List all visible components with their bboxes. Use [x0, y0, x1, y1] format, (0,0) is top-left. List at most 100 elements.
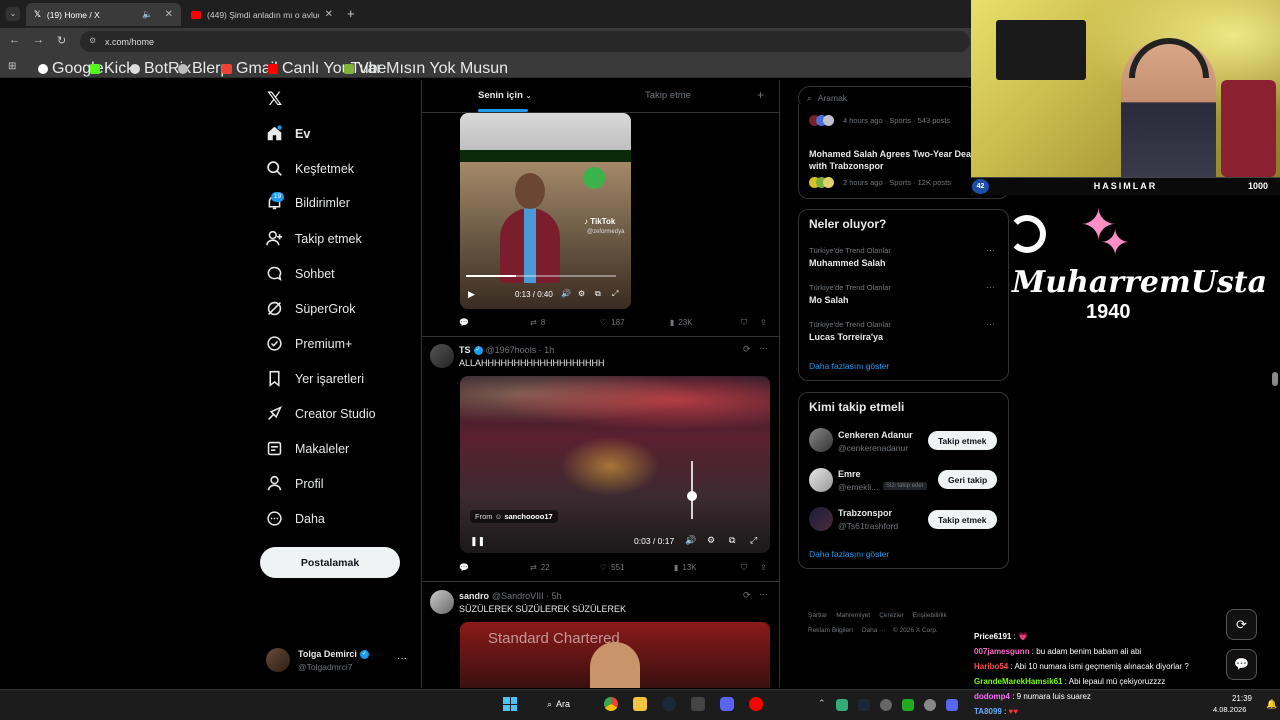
- fullscreen-icon[interactable]: ⤢: [750, 535, 757, 546]
- clock-date[interactable]: 4.08.2026: [1213, 705, 1246, 714]
- windows-start-icon[interactable]: [503, 697, 517, 711]
- video-player[interactable]: ♪ TikTok @zeformedya ▶ 0:13 / 0:40 🔊 ⚙ ⧉…: [460, 113, 631, 309]
- clock-time[interactable]: 21:39: [1218, 694, 1252, 703]
- from-attribution[interactable]: From ☺ sanchoooo17: [470, 510, 558, 523]
- messages-float-button[interactable]: 💬: [1226, 649, 1257, 680]
- trend-name[interactable]: Muhammed Salah: [809, 258, 886, 268]
- progress-track[interactable]: [466, 275, 616, 277]
- share-button[interactable]: ⇪: [760, 318, 767, 327]
- discord-tray-icon[interactable]: [946, 699, 958, 711]
- app-icon[interactable]: [691, 697, 705, 711]
- tab-youtube[interactable]: (449) Şimdi anladın mı o avlud... ✕: [183, 3, 341, 26]
- chevron-up-icon[interactable]: ⌃: [818, 698, 826, 709]
- avatar[interactable]: [809, 468, 833, 492]
- more-dots-icon[interactable]: ···: [759, 589, 768, 599]
- tab-x-home[interactable]: 𝕏 (19) Home / X 🔈 ✕: [26, 3, 181, 26]
- more-dots-icon[interactable]: ···: [986, 245, 995, 255]
- tab-following[interactable]: Takip etme: [645, 90, 691, 101]
- video-player[interactable]: From ☺ sanchoooo17 ❚❚ 0:03 / 0:17 🔊 ⚙ ⧉ …: [460, 376, 770, 553]
- volume-icon[interactable]: 🔊: [561, 289, 571, 298]
- trend-name[interactable]: Lucas Torreira'ya: [809, 332, 883, 342]
- bookmark-kick[interactable]: Kick: [90, 60, 134, 78]
- repost-button[interactable]: ⇄ 8: [530, 318, 545, 327]
- chrome-icon[interactable]: [604, 697, 618, 711]
- nvidia-icon[interactable]: [902, 699, 914, 711]
- nav-more[interactable]: Daha: [266, 510, 325, 527]
- address-bar[interactable]: ⚙ x.com/home: [80, 31, 970, 52]
- tray-app-icon[interactable]: [880, 699, 892, 711]
- footer-link[interactable]: Daha ···: [862, 627, 886, 634]
- notification-bell-icon[interactable]: 🔔: [1266, 699, 1277, 710]
- pause-icon[interactable]: ❚❚: [470, 536, 485, 547]
- reply-button[interactable]: 💬: [459, 563, 473, 572]
- nav-grok[interactable]: SüperGrok: [266, 300, 355, 317]
- author-name[interactable]: TS: [459, 345, 471, 355]
- close-icon[interactable]: ✕: [325, 9, 333, 20]
- play-icon[interactable]: ▶: [468, 289, 475, 300]
- close-icon[interactable]: ✕: [165, 9, 173, 20]
- settings-icon[interactable]: ⚙: [578, 289, 585, 298]
- site-info-icon[interactable]: ⚙: [89, 36, 96, 45]
- follow-name[interactable]: Trabzonspor: [838, 508, 892, 518]
- follow-name[interactable]: Emre: [838, 469, 861, 479]
- new-tab-button[interactable]: +: [347, 6, 355, 21]
- nav-articles[interactable]: Makaleler: [266, 440, 349, 457]
- steam-icon[interactable]: [662, 697, 676, 711]
- x-logo-icon[interactable]: 𝕏: [267, 88, 282, 111]
- grok-float-button[interactable]: ⟳: [1226, 609, 1257, 640]
- share-button[interactable]: ⇪: [760, 563, 767, 572]
- volume-slider-thumb[interactable]: [687, 491, 697, 501]
- avatar[interactable]: [809, 507, 833, 531]
- more-dots-icon[interactable]: ···: [986, 282, 995, 292]
- nav-home[interactable]: Ev: [266, 125, 310, 142]
- scrollbar-thumb[interactable]: [1272, 372, 1278, 386]
- tab-for-you[interactable]: Senin için ⌄: [478, 90, 531, 101]
- grok-icon[interactable]: ⟳: [743, 590, 751, 601]
- nav-profile[interactable]: Profil: [266, 475, 323, 492]
- show-more-link[interactable]: Daha fazlasını göster: [809, 361, 889, 371]
- footer-link[interactable]: Reklam Bilgileri: [808, 627, 853, 634]
- footer-link[interactable]: Mahremiyet: [836, 612, 870, 619]
- follow-button[interactable]: Takip etmek: [928, 431, 997, 450]
- reload-icon[interactable]: ↻: [57, 34, 66, 47]
- post-image[interactable]: Standard Chartered: [460, 622, 770, 688]
- views-button[interactable]: ▮ 23K: [670, 318, 693, 327]
- post-button[interactable]: Postalamak: [260, 547, 400, 578]
- follow-name[interactable]: Cenkeren Adanur: [838, 430, 913, 440]
- trend-name[interactable]: Mo Salah: [809, 295, 849, 305]
- like-button[interactable]: ♡ 551: [600, 563, 625, 572]
- nav-premium[interactable]: Premium+: [266, 335, 352, 352]
- nav-creator-studio[interactable]: Creator Studio: [266, 405, 376, 422]
- pip-icon[interactable]: ⧉: [729, 535, 735, 546]
- apps-grid-icon[interactable]: ⊞: [8, 61, 16, 72]
- bookmark-button[interactable]: ⛉: [741, 563, 747, 573]
- follow-back-button[interactable]: Geri takip: [938, 470, 998, 489]
- repost-button[interactable]: ⇄ 22: [530, 563, 550, 572]
- file-explorer-icon[interactable]: [633, 697, 647, 711]
- volume-slider[interactable]: [691, 461, 693, 519]
- tab-search-icon[interactable]: ⌄: [6, 7, 20, 21]
- pip-icon[interactable]: ⧉: [595, 289, 601, 299]
- avatar[interactable]: [266, 648, 290, 672]
- avatar[interactable]: [430, 590, 454, 614]
- more-dots-icon[interactable]: ···: [986, 319, 995, 329]
- footer-link[interactable]: Şartlar: [808, 612, 827, 619]
- settings-icon[interactable]: ⚙: [707, 535, 715, 546]
- bookmark-vmym[interactable]: Var Mısın Yok Musun: [344, 60, 508, 78]
- forward-icon[interactable]: →: [33, 34, 44, 46]
- more-dots-icon[interactable]: ···: [397, 653, 407, 664]
- avatar[interactable]: [809, 428, 833, 452]
- avatar[interactable]: [430, 344, 454, 368]
- speaker-icon[interactable]: 🔈: [142, 9, 153, 20]
- steam-tray-icon[interactable]: [858, 699, 870, 711]
- nav-bookmarks[interactable]: Yer işaretleri: [266, 370, 364, 387]
- nav-chat[interactable]: Sohbet: [266, 265, 335, 282]
- volume-icon[interactable]: 🔊: [685, 535, 696, 546]
- show-more-link[interactable]: Daha fazlasını göster: [809, 549, 889, 559]
- footer-link[interactable]: Erişilebilirlik: [913, 612, 947, 619]
- footer-link[interactable]: Çerezler: [879, 612, 904, 619]
- like-button[interactable]: ♡ 187: [600, 318, 625, 327]
- discord-icon[interactable]: [720, 697, 734, 711]
- settings-tray-icon[interactable]: [924, 699, 936, 711]
- plus-icon[interactable]: +: [757, 88, 764, 102]
